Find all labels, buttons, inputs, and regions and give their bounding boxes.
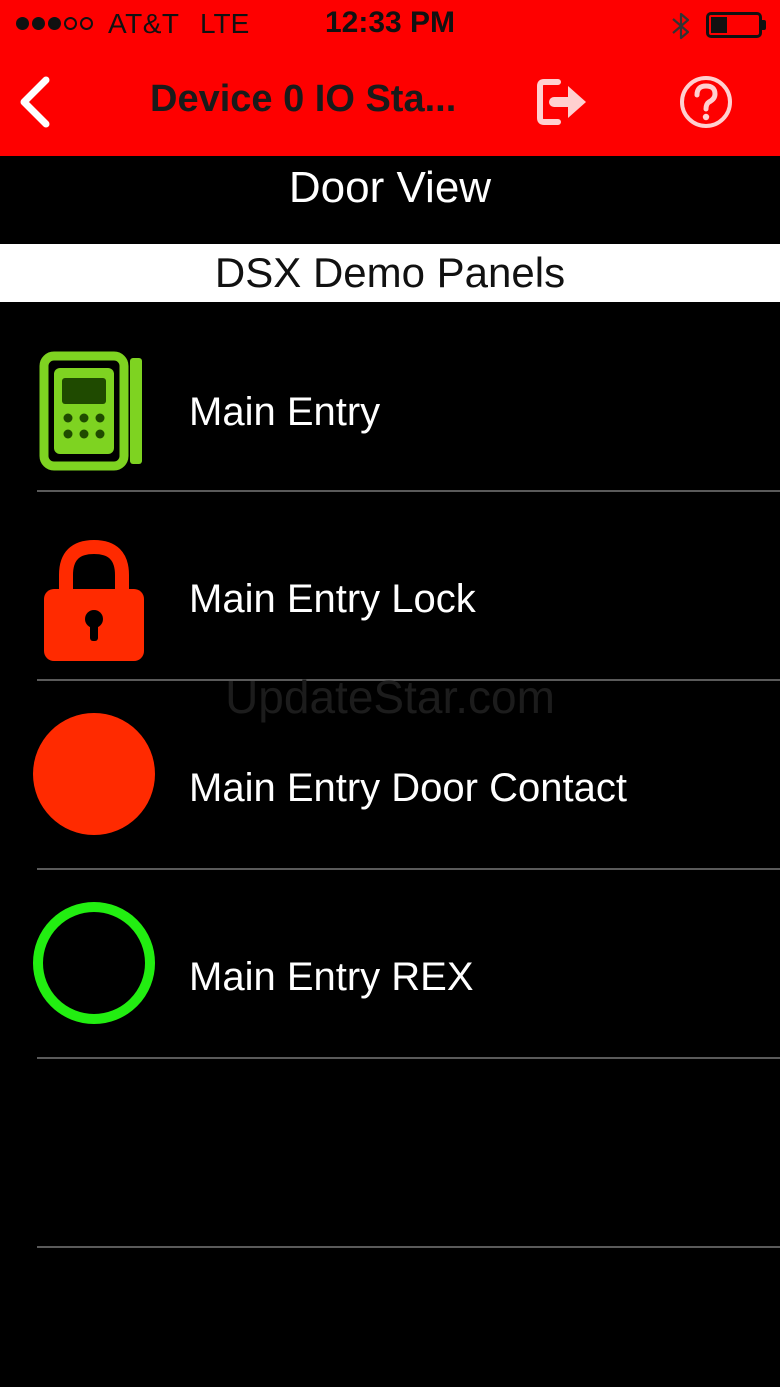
battery-nub	[762, 20, 766, 30]
section-title: Door View	[0, 156, 780, 244]
list-item-main-entry[interactable]: Main Entry	[0, 302, 780, 492]
divider	[37, 1246, 780, 1248]
top-bar: AT&T LTE 12:33 PM Device 0 IO Sta...	[0, 0, 780, 156]
status-time: 12:33 PM	[324, 6, 456, 39]
group-header: DSX Demo Panels	[0, 244, 780, 302]
list-item-main-entry-lock[interactable]: Main Entry Lock	[0, 491, 780, 681]
nav-bar: Device 0 IO Sta...	[0, 52, 780, 156]
list-item-label: Main Entry Door Contact	[189, 766, 627, 810]
ring-circle-icon	[33, 902, 155, 1024]
list-item-main-entry-door-contact[interactable]: Main Entry Door Contact	[0, 680, 780, 870]
logout-icon[interactable]	[534, 74, 590, 130]
page-title: Device 0 IO Sta...	[150, 78, 457, 120]
door-io-list: Main Entry Main Entry Lock Main Entry Do…	[0, 302, 780, 1248]
bluetooth-icon	[672, 12, 690, 40]
empty-row	[0, 1058, 780, 1248]
list-item-label: Main Entry Lock	[189, 577, 476, 621]
battery-icon	[706, 12, 762, 38]
list-item-label: Main Entry REX	[189, 955, 474, 999]
list-item-main-entry-rex[interactable]: Main Entry REX	[0, 869, 780, 1059]
chevron-left-icon[interactable]	[12, 74, 62, 130]
padlock-icon	[44, 539, 144, 661]
status-bar: AT&T LTE 12:33 PM	[0, 0, 780, 52]
help-circle-icon[interactable]	[678, 74, 734, 130]
card-reader-icon	[39, 351, 142, 471]
battery-level	[711, 17, 727, 33]
filled-circle-icon	[33, 713, 155, 835]
list-item-label: Main Entry	[189, 390, 381, 434]
